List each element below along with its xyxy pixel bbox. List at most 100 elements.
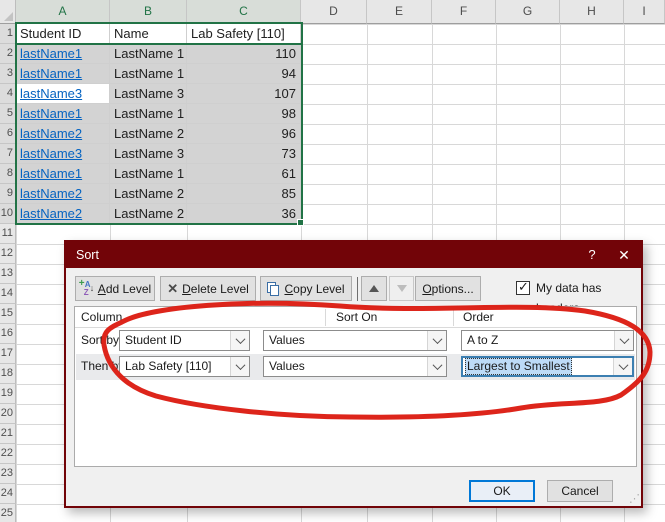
column-header-C[interactable]: C: [187, 0, 301, 24]
delete-level-button[interactable]: ✕ Delete Level: [160, 276, 256, 301]
dropdown-value: A to Z: [467, 333, 498, 347]
delete-level-icon: ✕: [167, 281, 178, 297]
cell-student-id[interactable]: lastName2: [16, 204, 110, 224]
row-header-23[interactable]: 23: [0, 464, 16, 484]
cell-score[interactable]: 98: [187, 104, 301, 124]
row-header-19[interactable]: 19: [0, 384, 16, 404]
row-header-2[interactable]: 2: [0, 44, 16, 64]
row-header-17[interactable]: 17: [0, 344, 16, 364]
row-header-20[interactable]: 20: [0, 404, 16, 424]
row-header-10[interactable]: 10: [0, 204, 16, 224]
sort-on-header-label: Sort On: [336, 310, 377, 324]
cell-name[interactable]: LastName 2: [110, 204, 187, 224]
sort-by-sorton-dropdown[interactable]: Values: [263, 330, 447, 351]
then-by-column-dropdown[interactable]: Lab Safety [110]: [119, 356, 250, 377]
fill-handle[interactable]: [297, 219, 304, 226]
gridline: [16, 224, 665, 225]
move-down-button[interactable]: [389, 276, 414, 301]
row-header-12[interactable]: 12: [0, 244, 16, 264]
cell-score[interactable]: 61: [187, 164, 301, 184]
help-button[interactable]: ?: [577, 242, 607, 268]
cell-header[interactable]: Student ID: [16, 24, 110, 44]
options-button[interactable]: Options...: [415, 276, 481, 301]
chevron-down-icon[interactable]: [230, 357, 249, 376]
cell-score[interactable]: 107: [187, 84, 301, 104]
column-header-E[interactable]: E: [367, 0, 432, 24]
then-by-sorton-dropdown[interactable]: Values: [263, 356, 447, 377]
chevron-down-icon[interactable]: [230, 331, 249, 350]
row-header-22[interactable]: 22: [0, 444, 16, 464]
options-label: Options...: [422, 282, 473, 296]
cell-name[interactable]: LastName 1: [110, 164, 187, 184]
order-header-label: Order: [463, 310, 494, 324]
column-header-G[interactable]: G: [496, 0, 560, 24]
column-header-F[interactable]: F: [432, 0, 496, 24]
column-header-B[interactable]: B: [110, 0, 187, 24]
row-header-11[interactable]: 11: [0, 224, 16, 244]
row-header-5[interactable]: 5: [0, 104, 16, 124]
cell-student-id[interactable]: lastName1: [16, 64, 110, 84]
chevron-down-icon[interactable]: [614, 331, 633, 350]
column-header-D[interactable]: D: [301, 0, 367, 24]
row-header-18[interactable]: 18: [0, 364, 16, 384]
cell-name[interactable]: LastName 2: [110, 184, 187, 204]
cell-score[interactable]: 110: [187, 44, 301, 64]
column-header-A[interactable]: A: [16, 0, 110, 24]
dialog-title: Sort: [76, 242, 99, 268]
sort-by-order-dropdown[interactable]: A to Z: [461, 330, 634, 351]
sort-dialog: Sort ? ✕ +AZ↓ Add Level ✕ Delete Level C…: [64, 240, 643, 508]
cell-name[interactable]: LastName 1: [110, 104, 187, 124]
cell-student-id[interactable]: lastName1: [16, 104, 110, 124]
ok-button[interactable]: OK: [469, 480, 535, 502]
column-header-H[interactable]: H: [560, 0, 624, 24]
cell-header[interactable]: Name: [110, 24, 187, 44]
row-header-16[interactable]: 16: [0, 324, 16, 344]
cell-score[interactable]: 36: [187, 204, 301, 224]
add-level-button[interactable]: +AZ↓ Add Level: [75, 276, 155, 301]
row-header-13[interactable]: 13: [0, 264, 16, 284]
cell-name[interactable]: LastName 3: [110, 144, 187, 164]
select-all-corner[interactable]: [0, 0, 16, 24]
row-header-1[interactable]: 1: [0, 24, 16, 44]
my-data-has-headers-checkbox[interactable]: ✓: [516, 281, 530, 295]
close-icon[interactable]: ✕: [609, 242, 639, 268]
row-header-15[interactable]: 15: [0, 304, 16, 324]
column-header-I[interactable]: I: [624, 0, 665, 24]
cell-name[interactable]: LastName 1: [110, 44, 187, 64]
resize-grip[interactable]: ⋰: [629, 492, 639, 505]
row-header-24[interactable]: 24: [0, 484, 16, 504]
chevron-down-icon[interactable]: [427, 331, 446, 350]
cancel-button[interactable]: Cancel: [547, 480, 613, 502]
chevron-down-icon[interactable]: [427, 357, 446, 376]
cell-student-id[interactable]: lastName3: [16, 84, 110, 104]
cell-name[interactable]: LastName 2: [110, 124, 187, 144]
row-header-9[interactable]: 9: [0, 184, 16, 204]
cell-header[interactable]: Lab Safety [110]: [187, 24, 301, 44]
cell-name[interactable]: LastName 1: [110, 64, 187, 84]
chevron-down-icon[interactable]: [613, 358, 632, 375]
row-header-25[interactable]: 25: [0, 504, 16, 522]
cell-score[interactable]: 73: [187, 144, 301, 164]
then-by-order-dropdown[interactable]: Largest to Smallest: [461, 356, 634, 377]
row-header-3[interactable]: 3: [0, 64, 16, 84]
dialog-titlebar[interactable]: Sort ? ✕: [66, 242, 641, 268]
cell-score[interactable]: 94: [187, 64, 301, 84]
cell-student-id[interactable]: lastName1: [16, 44, 110, 64]
cell-student-id[interactable]: lastName3: [16, 144, 110, 164]
move-up-button[interactable]: [361, 276, 387, 301]
row-header-6[interactable]: 6: [0, 124, 16, 144]
cell-student-id[interactable]: lastName2: [16, 184, 110, 204]
copy-level-button[interactable]: Copy Level: [260, 276, 352, 301]
cell-score[interactable]: 85: [187, 184, 301, 204]
sort-by-column-dropdown[interactable]: Student ID: [119, 330, 250, 351]
cell-score[interactable]: 96: [187, 124, 301, 144]
cell-student-id[interactable]: lastName2: [16, 124, 110, 144]
cell-name[interactable]: LastName 3: [110, 84, 187, 104]
row-header-14[interactable]: 14: [0, 284, 16, 304]
row-header-4[interactable]: 4: [0, 84, 16, 104]
cell-student-id[interactable]: lastName1: [16, 164, 110, 184]
sort-level-row-2: Then by Lab Safety [110] Values Largest …: [76, 354, 635, 380]
row-header-7[interactable]: 7: [0, 144, 16, 164]
row-header-8[interactable]: 8: [0, 164, 16, 184]
row-header-21[interactable]: 21: [0, 424, 16, 444]
